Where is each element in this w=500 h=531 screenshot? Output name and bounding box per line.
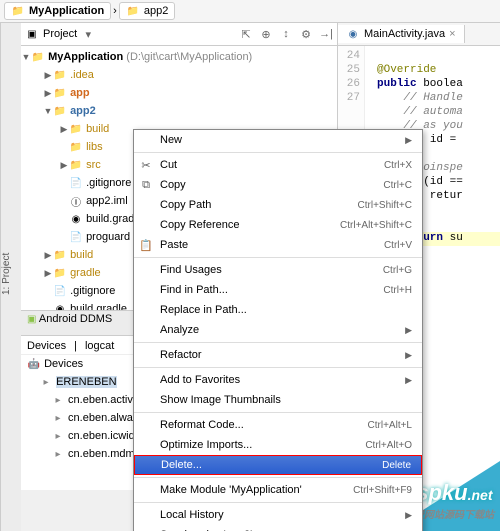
breadcrumb-child[interactable]: 📁 app2 [119, 2, 175, 20]
breadcrumb-root-label: MyApplication [29, 5, 104, 17]
devices-label: Devices [44, 358, 83, 370]
folder-icon: 📁 [11, 6, 25, 17]
menu-make-module-myapplication[interactable]: Make Module 'MyApplication'Ctrl+Shift+F9 [134, 480, 422, 500]
breadcrumb: 📁 MyApplication › 📁 app2 [0, 0, 500, 23]
gear-icon[interactable]: ⚙ [299, 27, 313, 41]
tree-item[interactable]: ▶📁 app [21, 84, 337, 102]
ddms-title: Android DDMS [39, 313, 112, 325]
menu-reformat-code[interactable]: Reformat Code...Ctrl+Alt+L [134, 415, 422, 435]
menu-refactor[interactable]: Refactor▶ [134, 345, 422, 365]
menu-add-to-favorites[interactable]: Add to Favorites▶ [134, 370, 422, 390]
context-menu[interactable]: New▶ ✂CutCtrl+X⧉CopyCtrl+CCopy PathCtrl+S… [133, 129, 423, 531]
editor-tab-label: MainActivity.java [364, 28, 445, 40]
menu-copy-reference[interactable]: Copy ReferenceCtrl+Alt+Shift+C [134, 215, 422, 235]
menu-show-image-thumbnails[interactable]: Show Image Thumbnails [134, 390, 422, 410]
menu-replace-in-path[interactable]: Replace in Path... [134, 300, 422, 320]
menu-new[interactable]: New▶ [134, 130, 422, 150]
chevron-down-icon[interactable]: ▾ [81, 27, 95, 41]
breadcrumb-root[interactable]: 📁 MyApplication [4, 2, 111, 20]
project-icon: ▣ [25, 29, 39, 40]
java-file-icon: ◉ [346, 29, 360, 40]
collapse-icon[interactable]: ⇱ [239, 27, 253, 41]
folder-icon: 📁 [126, 6, 140, 17]
target-icon[interactable]: ⊕ [259, 27, 273, 41]
android-icon: ▣ [27, 314, 36, 325]
menu-delete[interactable]: Delete...Delete [134, 455, 422, 475]
android-icon: 🤖 [27, 359, 41, 370]
close-icon[interactable]: × [449, 28, 455, 40]
menu-analyze[interactable]: Analyze▶ [134, 320, 422, 340]
menu-local-history[interactable]: Local History▶ [134, 505, 422, 525]
tab-logcat[interactable]: logcat [85, 340, 114, 352]
menu-find-in-path[interactable]: Find in Path...Ctrl+H [134, 280, 422, 300]
chevron-right-icon: › [113, 5, 117, 17]
editor-tab[interactable]: ◉ MainActivity.java × [338, 25, 465, 43]
sort-icon[interactable]: ↕ [279, 27, 293, 41]
left-gutter: 1: Project 7: Structure Build Variants 2… [0, 23, 21, 531]
tree-root[interactable]: ▼📁 MyApplication (D:\git\cart\MyApplicat… [21, 48, 337, 66]
menu-copy[interactable]: ⧉CopyCtrl+C [134, 175, 422, 195]
menu-paste[interactable]: 📋PasteCtrl+V [134, 235, 422, 255]
menu-copy-path[interactable]: Copy PathCtrl+Shift+C [134, 195, 422, 215]
minimize-icon[interactable]: →| [319, 27, 333, 41]
breadcrumb-child-label: app2 [144, 5, 168, 17]
tab-devices[interactable]: Devices [27, 340, 66, 352]
tab-project[interactable]: 1: Project [1, 252, 12, 294]
project-label: Project [43, 28, 77, 40]
menu-synchronize-app2[interactable]: ↻Synchronize 'app2' [134, 525, 422, 531]
project-toolbar: ▣ Project ▾ ⇱ ⊕ ↕ ⚙ →| [21, 23, 337, 46]
menu-cut[interactable]: ✂CutCtrl+X [134, 155, 422, 175]
menu-find-usages[interactable]: Find UsagesCtrl+G [134, 260, 422, 280]
tree-item[interactable]: ▶📁 .idea [21, 66, 337, 84]
menu-optimize-imports[interactable]: Optimize Imports...Ctrl+Alt+O [134, 435, 422, 455]
tree-item[interactable]: ▼📁 app2 [21, 102, 337, 120]
